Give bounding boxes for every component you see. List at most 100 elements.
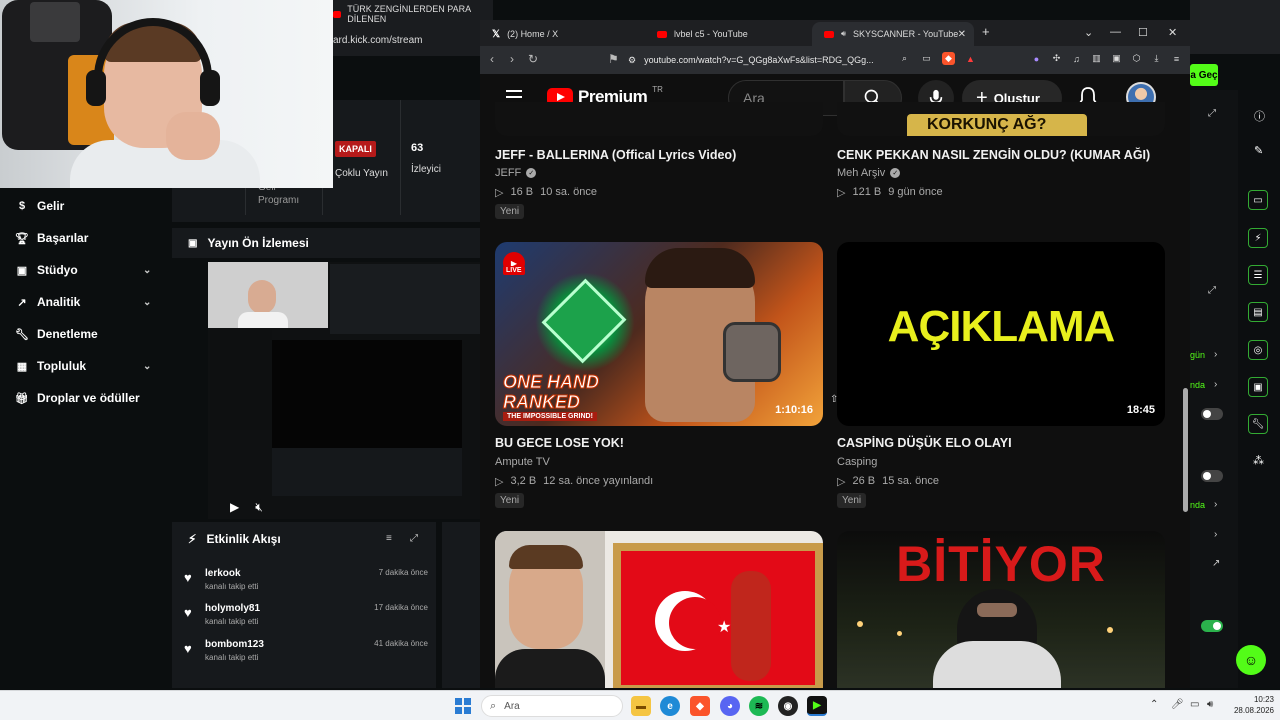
video-thumbnail[interactable]: BİTİYOR xyxy=(837,531,1165,688)
kick-app-icon[interactable]: ▶ xyxy=(807,696,827,716)
extension-icon[interactable]: ● xyxy=(1030,52,1043,65)
back-icon[interactable]: ‹ xyxy=(490,52,494,66)
video-title[interactable]: BU GECE LOSE YOK! xyxy=(495,436,624,450)
kick-url-text[interactable]: ard.kick.com/stream xyxy=(333,30,483,50)
chevron-up-icon[interactable]: ⌃ xyxy=(1150,699,1158,710)
chevron-down-icon[interactable]: ⌄ xyxy=(1084,26,1093,39)
nda-label-2: nda xyxy=(1190,500,1206,510)
brave-icon[interactable]: ◆ xyxy=(690,696,710,716)
new-tab-button[interactable]: + xyxy=(982,24,990,39)
tab-x-home[interactable]: 𝕏 (2) Home / X xyxy=(480,22,640,46)
video-thumbnail[interactable]: KORKUNÇ AĞ? xyxy=(837,102,1165,136)
activity-username[interactable]: bombom123 xyxy=(205,639,264,650)
obs-icon[interactable]: ◉ xyxy=(778,696,798,716)
url-field[interactable]: ⚙︎ youtube.com/watch?v=G_QGg8aXwFs&list=… xyxy=(628,50,890,70)
wallet-icon[interactable]: ▣ xyxy=(1110,52,1123,65)
chat-icon[interactable]: ▤ xyxy=(1248,302,1268,322)
youtube-icon xyxy=(657,30,667,38)
list-item: ♥ holymoly81 kanalı takip etti 17 dakika… xyxy=(184,603,428,633)
channel-name-row[interactable]: Meh Arşiv ✓ xyxy=(837,167,901,179)
go-button[interactable]: a Geç xyxy=(1190,64,1218,86)
brave-shield-icon[interactable]: ◆ xyxy=(942,52,955,65)
channel-name[interactable]: Casping xyxy=(837,456,877,468)
volume-icon[interactable]: 🔊︎ xyxy=(1207,699,1213,710)
expand-icon[interactable]: ⤢ xyxy=(1208,108,1216,119)
minimize-button[interactable]: — xyxy=(1110,26,1121,38)
expand-icon[interactable]: ⤢ xyxy=(1208,285,1216,296)
sidebar-item-denetleme[interactable]: 🔧︎ Denetleme xyxy=(15,323,98,345)
lightning-icon[interactable]: ⚡︎ xyxy=(1248,228,1268,248)
channel-name[interactable]: JEFF xyxy=(495,167,521,179)
channel-name-row[interactable]: Ampute TV xyxy=(495,456,550,468)
forward-icon[interactable]: › xyxy=(510,52,514,66)
scrollbar[interactable] xyxy=(1183,388,1188,512)
filter-icon[interactable]: ≡ xyxy=(386,533,392,544)
external-link-icon[interactable]: ↗ xyxy=(1212,558,1220,569)
cast-icon[interactable]: ▭ xyxy=(920,52,933,65)
edge-icon[interactable]: e xyxy=(660,696,680,716)
edit-icon[interactable]: ✎ xyxy=(1254,144,1263,157)
multi-stream-label: Çoklu Yayın xyxy=(335,168,388,179)
video-thumbnail[interactable]: AÇIKLAMA 18:45 xyxy=(837,242,1165,426)
download-icon[interactable]: ⤓ xyxy=(1150,52,1163,65)
sidebar-item-topluluk[interactable]: ▦ Topluluk ⌄ xyxy=(16,355,156,377)
toggle-switch[interactable] xyxy=(1201,408,1223,420)
target-icon[interactable]: ◎ xyxy=(1248,340,1268,360)
network-icon[interactable]: ▭ xyxy=(1190,699,1199,710)
close-window-button[interactable]: ✕ xyxy=(1168,26,1177,39)
channel-name[interactable]: Meh Arşiv xyxy=(837,167,885,179)
video-thumbnail[interactable]: ★ xyxy=(495,531,823,688)
microphone-tray-icon[interactable]: 🎤︎ xyxy=(1171,699,1184,710)
spotify-icon[interactable]: ≋ xyxy=(749,696,769,716)
activity-username[interactable]: lerkook xyxy=(205,568,241,579)
reload-icon[interactable]: ↻ xyxy=(528,52,538,66)
taskbar-search[interactable]: ⌕ Ara xyxy=(481,695,623,717)
taskbar: ⌕ Ara ▬ e ◆ ◕ ≋ ◉ ▶ ⌃ 🎤︎ ▭ 🔊︎ 10:23 28.0… xyxy=(0,690,1280,720)
play-icon[interactable]: ▶ xyxy=(230,500,239,514)
expand-icon[interactable]: ⤢ xyxy=(410,533,418,544)
video-thumbnail[interactable]: ▶ LIVE ONE HAND RANKED THE IMPOSSIBLE GR… xyxy=(495,242,823,426)
puzzle-icon[interactable]: ✣ xyxy=(1050,52,1063,65)
vpn-icon[interactable]: ⬡ xyxy=(1130,52,1143,65)
video-title[interactable]: JEFF - BALLERINA (Offical Lyrics Video) xyxy=(495,148,736,162)
kick-browser-tab[interactable]: TÜRK ZENGİNLERDEN PARA DİLENEN xyxy=(333,4,483,24)
site-settings-icon: ⚙︎ xyxy=(628,54,637,65)
toggle-switch[interactable] xyxy=(1201,470,1223,482)
channel-name[interactable]: Ampute TV xyxy=(495,456,550,468)
close-icon[interactable]: ✕ xyxy=(958,29,966,40)
panel-icon[interactable]: ▭ xyxy=(1248,190,1268,210)
list-icon[interactable]: ☰ xyxy=(1248,265,1268,285)
info-icon[interactable]: ⓘ xyxy=(1254,108,1265,124)
video-thumbnail[interactable] xyxy=(495,102,823,136)
mute-icon[interactable]: 🔇︎ xyxy=(255,500,263,515)
program-label-2: Programı xyxy=(258,195,300,206)
windows-start-icon[interactable] xyxy=(455,698,471,714)
toggle-switch-on[interactable] xyxy=(1201,620,1223,632)
system-clock[interactable]: 10:23 28.08.2026 xyxy=(1222,694,1274,716)
sidebar-item-gelir[interactable]: $ Gelir xyxy=(16,195,64,217)
menu-icon[interactable]: ≡ xyxy=(1170,52,1183,65)
wrench-icon[interactable]: 🔧︎ xyxy=(1248,414,1268,434)
channel-name-row[interactable]: JEFF ✓ xyxy=(495,167,537,179)
discord-icon[interactable]: ◕ xyxy=(720,696,740,716)
brave-rewards-icon[interactable]: ▲ xyxy=(964,52,977,65)
tab-skyscanner[interactable]: 🔊︎ SKYSCANNER - YouTube ✕ xyxy=(812,22,974,46)
save-icon[interactable]: ▣ xyxy=(1248,377,1268,397)
file-explorer-icon[interactable]: ▬ xyxy=(631,696,651,716)
sidebar-icon[interactable]: ▥ xyxy=(1090,52,1103,65)
sidebar-item-droplar[interactable]: 🎁︎ Droplar ve ödüller xyxy=(15,387,140,409)
tab-lvbel[interactable]: lvbel c5 - YouTube xyxy=(645,22,810,46)
video-title[interactable]: CASPİNG DÜŞÜK ELO OLAYI xyxy=(837,436,1012,450)
music-icon[interactable]: ♫ xyxy=(1070,52,1083,65)
activity-username[interactable]: holymoly81 xyxy=(205,603,260,614)
support-icon[interactable]: ☺ xyxy=(1236,645,1266,675)
bookmark-icon[interactable]: ⚑ xyxy=(608,52,619,66)
share-icon[interactable]: ⁂ xyxy=(1253,454,1264,467)
channel-name-row[interactable]: Casping xyxy=(837,456,877,468)
video-title[interactable]: CENK PEKKAN NASIL ZENGİN OLDU? (KUMAR AĞ… xyxy=(837,148,1150,162)
zoom-icon[interactable]: ⌕ xyxy=(898,52,911,65)
sidebar-item-analitik[interactable]: ↗ Analitik ⌄ xyxy=(16,291,156,313)
sidebar-item-studyo[interactable]: ▣ Stüdyo ⌄ xyxy=(16,259,156,281)
sidebar-item-basarilar[interactable]: 🏆︎ Başarılar xyxy=(15,227,88,249)
maximize-button[interactable]: ☐ xyxy=(1138,26,1148,39)
